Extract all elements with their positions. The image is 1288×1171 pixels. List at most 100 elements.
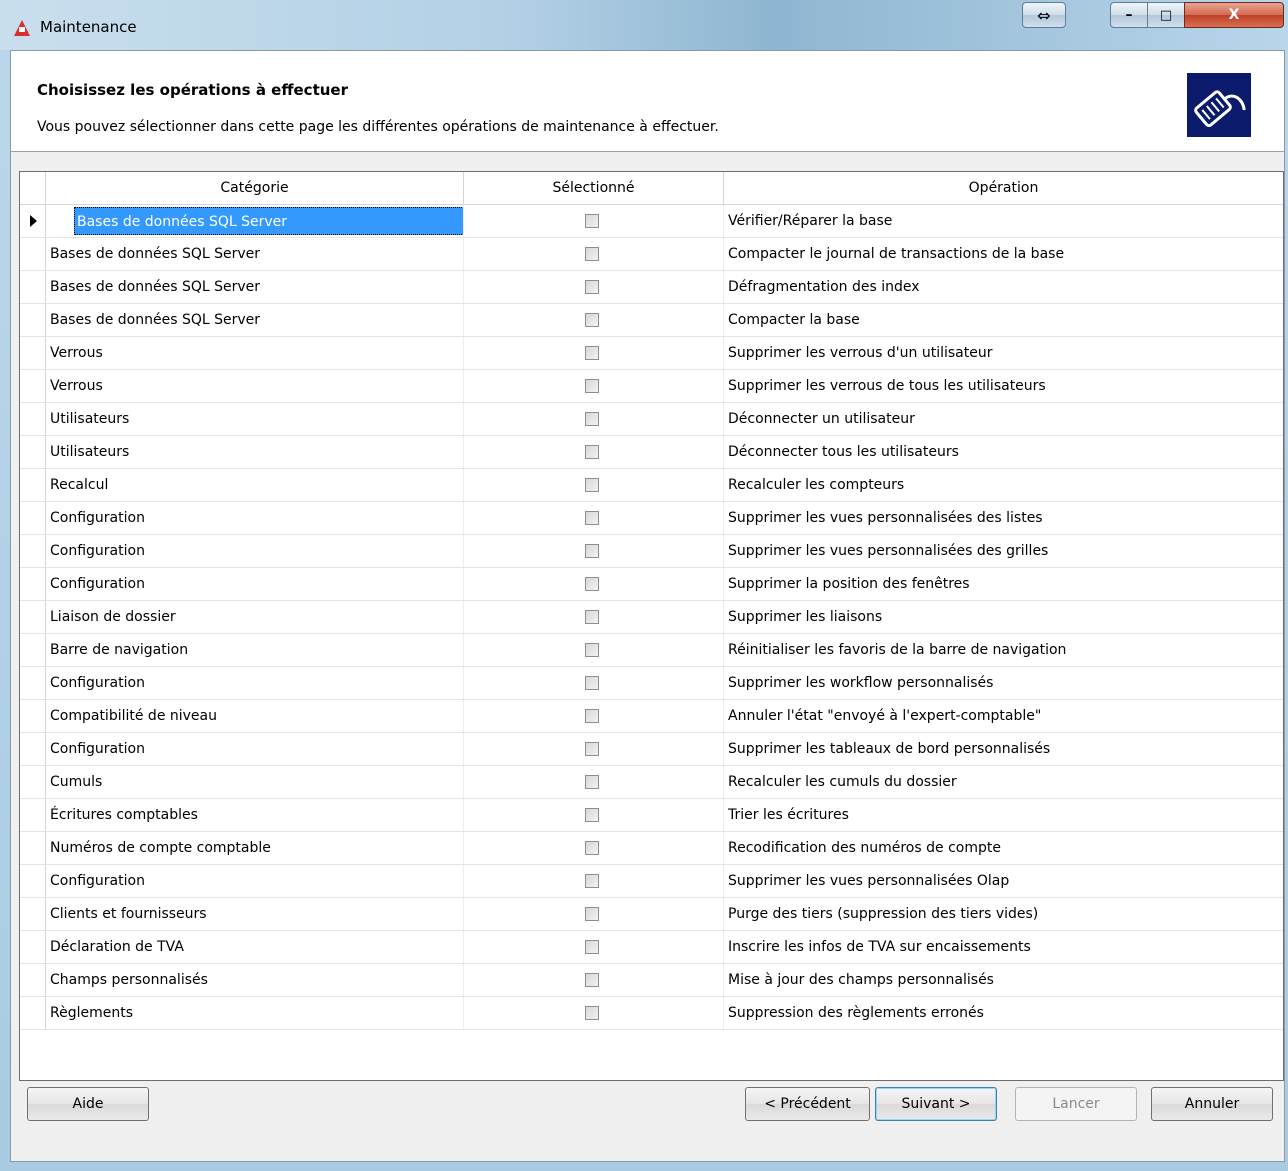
table-row[interactable]: Configuration Supprimer les vues personna…: [20, 502, 1283, 535]
row-selector[interactable]: [20, 370, 46, 402]
cell-category[interactable]: Bases de données SQL Server: [46, 304, 464, 336]
selected-checkbox[interactable]: [585, 544, 599, 558]
table-row[interactable]: Champs personnalisés Mise à jour des cham…: [20, 964, 1283, 997]
cell-category[interactable]: Cumuls: [46, 766, 464, 798]
cell-operation[interactable]: Supprimer les verrous d'un utilisateur: [724, 337, 1283, 369]
table-row[interactable]: Barre de navigation Réinitialiser les fav…: [20, 634, 1283, 667]
cell-operation[interactable]: Supprimer les vues personnalisées Olap: [724, 865, 1283, 897]
row-selector[interactable]: [20, 601, 46, 633]
row-selector[interactable]: [20, 700, 46, 732]
table-row[interactable]: Bases de données SQL Server Vérifier/Répa…: [20, 205, 1283, 238]
row-selector[interactable]: [20, 832, 46, 864]
row-selector[interactable]: [20, 238, 46, 270]
cell-operation[interactable]: Trier les écritures: [724, 799, 1283, 831]
table-row[interactable]: Configuration Supprimer les vues personna…: [20, 535, 1283, 568]
cell-category[interactable]: Écritures comptables: [46, 799, 464, 831]
cell-category[interactable]: Configuration: [46, 733, 464, 765]
cell-operation[interactable]: Recodification des numéros de compte: [724, 832, 1283, 864]
table-row[interactable]: Numéros de compte comptable Recodificatio…: [20, 832, 1283, 865]
cell-category[interactable]: Bases de données SQL Server: [46, 205, 464, 237]
row-selector[interactable]: [20, 766, 46, 798]
next-button[interactable]: Suivant >: [875, 1087, 997, 1121]
table-row[interactable]: Configuration Supprimer les tableaux de b…: [20, 733, 1283, 766]
cell-category[interactable]: Configuration: [46, 865, 464, 897]
cell-operation[interactable]: Supprimer les verrous de tous les utilis…: [724, 370, 1283, 402]
cell-category[interactable]: Règlements: [46, 997, 464, 1029]
table-row[interactable]: Clients et fournisseurs Purge des tiers (…: [20, 898, 1283, 931]
selected-checkbox[interactable]: [585, 1006, 599, 1020]
cell-category[interactable]: Numéros de compte comptable: [46, 832, 464, 864]
selected-checkbox[interactable]: [585, 742, 599, 756]
cell-category[interactable]: Bases de données SQL Server: [46, 271, 464, 303]
cell-operation[interactable]: Compacter la base: [724, 304, 1283, 336]
row-selector[interactable]: [20, 337, 46, 369]
selected-checkbox[interactable]: [585, 610, 599, 624]
title-bar[interactable]: Maintenance ⇔ – □ X: [0, 0, 1288, 50]
selected-checkbox[interactable]: [585, 478, 599, 492]
table-row[interactable]: Cumuls Recalculer les cumuls du dossier: [20, 766, 1283, 799]
cell-category[interactable]: Configuration: [46, 502, 464, 534]
cell-operation[interactable]: Annuler l'état "envoyé à l'expert-compta…: [724, 700, 1283, 732]
cell-operation[interactable]: Recalculer les compteurs: [724, 469, 1283, 501]
cell-category[interactable]: Configuration: [46, 535, 464, 567]
table-row[interactable]: Règlements Suppression des règlements err…: [20, 997, 1283, 1030]
selected-checkbox[interactable]: [585, 346, 599, 360]
cell-operation[interactable]: Inscrire les infos de TVA sur encaisseme…: [724, 931, 1283, 963]
row-selector[interactable]: [20, 865, 46, 897]
minimize-button[interactable]: –: [1110, 2, 1148, 28]
selected-checkbox[interactable]: [585, 676, 599, 690]
selected-checkbox[interactable]: [585, 412, 599, 426]
table-row[interactable]: Utilisateurs Déconnecter un utilisateur: [20, 403, 1283, 436]
cell-category[interactable]: Verrous: [46, 370, 464, 402]
cell-operation[interactable]: Réinitialiser les favoris de la barre de…: [724, 634, 1283, 666]
table-row[interactable]: Recalcul Recalculer les compteurs: [20, 469, 1283, 502]
cell-operation[interactable]: Supprimer les tableaux de bord personnal…: [724, 733, 1283, 765]
table-row[interactable]: Verrous Supprimer les verrous d'un utilis…: [20, 337, 1283, 370]
cell-operation[interactable]: Supprimer les vues personnalisées des li…: [724, 502, 1283, 534]
row-selector[interactable]: [20, 667, 46, 699]
resize-button[interactable]: ⇔: [1022, 2, 1066, 28]
cell-category[interactable]: Champs personnalisés: [46, 964, 464, 996]
launch-button[interactable]: Lancer: [1015, 1087, 1137, 1121]
row-selector[interactable]: [20, 403, 46, 435]
cell-operation[interactable]: Supprimer les vues personnalisées des gr…: [724, 535, 1283, 567]
cell-operation[interactable]: Vérifier/Réparer la base: [724, 205, 1283, 237]
cell-category[interactable]: Utilisateurs: [46, 403, 464, 435]
selected-checkbox[interactable]: [585, 247, 599, 261]
table-row[interactable]: Bases de données SQL Server Défragmentati…: [20, 271, 1283, 304]
selected-checkbox[interactable]: [585, 874, 599, 888]
cell-category[interactable]: Déclaration de TVA: [46, 931, 464, 963]
cell-category[interactable]: Barre de navigation: [46, 634, 464, 666]
help-button[interactable]: Aide: [27, 1087, 149, 1121]
cell-operation[interactable]: Déconnecter un utilisateur: [724, 403, 1283, 435]
row-selector[interactable]: [20, 205, 46, 237]
selected-checkbox[interactable]: [585, 841, 599, 855]
row-selector[interactable]: [20, 502, 46, 534]
cell-category[interactable]: Clients et fournisseurs: [46, 898, 464, 930]
previous-button[interactable]: < Précédent: [745, 1087, 870, 1121]
selected-checkbox[interactable]: [585, 808, 599, 822]
selected-checkbox[interactable]: [585, 973, 599, 987]
table-row[interactable]: Bases de données SQL Server Compacter le …: [20, 238, 1283, 271]
selected-checkbox[interactable]: [585, 280, 599, 294]
row-selector[interactable]: [20, 799, 46, 831]
row-selector[interactable]: [20, 997, 46, 1029]
row-selector[interactable]: [20, 535, 46, 567]
table-row[interactable]: Déclaration de TVA Inscrire les infos de …: [20, 931, 1283, 964]
cell-category[interactable]: Configuration: [46, 568, 464, 600]
cell-operation[interactable]: Supprimer les workflow personnalisés: [724, 667, 1283, 699]
cell-category[interactable]: Liaison de dossier: [46, 601, 464, 633]
table-row[interactable]: Configuration Supprimer la position des f…: [20, 568, 1283, 601]
selected-checkbox[interactable]: [585, 313, 599, 327]
cell-category[interactable]: Bases de données SQL Server: [46, 238, 464, 270]
column-header-selected[interactable]: Sélectionné: [464, 172, 724, 204]
cell-category[interactable]: Recalcul: [46, 469, 464, 501]
row-selector[interactable]: [20, 964, 46, 996]
table-row[interactable]: Compatibilité de niveau Annuler l'état "e…: [20, 700, 1283, 733]
cell-operation[interactable]: Purge des tiers (suppression des tiers v…: [724, 898, 1283, 930]
cell-category[interactable]: Verrous: [46, 337, 464, 369]
selected-checkbox[interactable]: [585, 940, 599, 954]
cell-category[interactable]: Compatibilité de niveau: [46, 700, 464, 732]
cell-category[interactable]: Configuration: [46, 667, 464, 699]
cell-category[interactable]: Utilisateurs: [46, 436, 464, 468]
